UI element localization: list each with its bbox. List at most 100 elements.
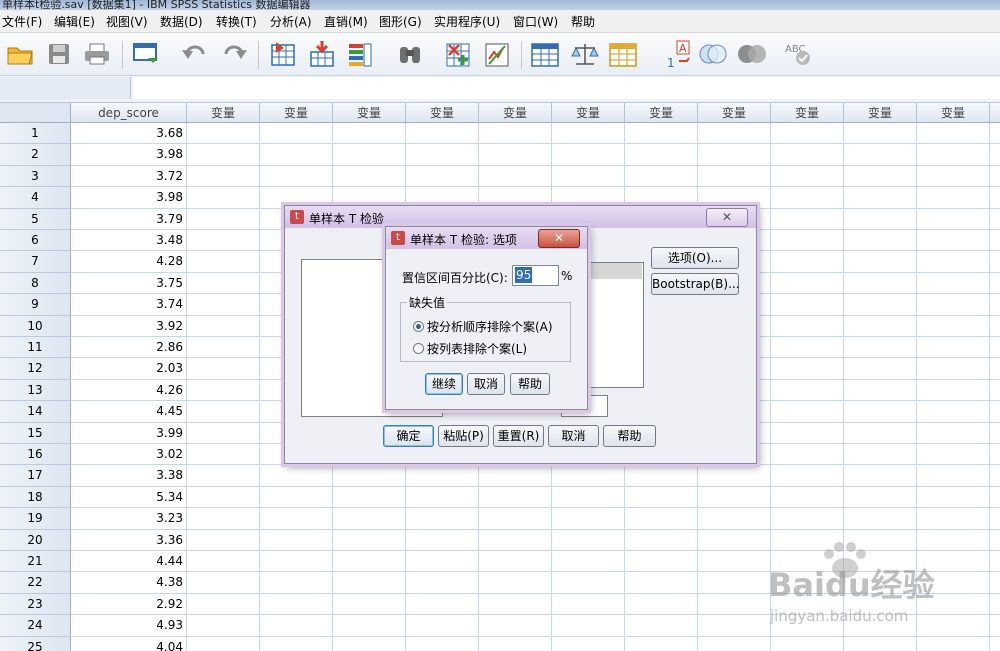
empty-cell[interactable] — [260, 572, 333, 594]
empty-cell[interactable] — [625, 144, 698, 166]
empty-cell[interactable] — [917, 529, 990, 551]
empty-cell[interactable] — [479, 636, 552, 651]
column-header-dep-score[interactable]: dep_score — [71, 103, 187, 123]
empty-cell[interactable] — [552, 508, 625, 530]
open-folder-icon[interactable] — [5, 39, 35, 69]
empty-cell[interactable] — [990, 551, 1000, 573]
empty-cell[interactable] — [187, 465, 260, 487]
empty-cell[interactable] — [406, 593, 479, 616]
empty-cell[interactable] — [771, 272, 844, 295]
empty-cell[interactable] — [260, 593, 333, 616]
options-cancel-button[interactable]: 取消 — [467, 373, 505, 395]
empty-cell[interactable] — [990, 230, 1000, 252]
show-all-variables-icon[interactable] — [736, 39, 766, 69]
empty-cell[interactable] — [625, 615, 698, 637]
empty-cell[interactable] — [625, 123, 698, 145]
row-header[interactable]: 13 — [0, 379, 71, 402]
goto-variable-icon[interactable] — [307, 39, 337, 69]
empty-cell[interactable] — [187, 251, 260, 273]
row-header[interactable]: 14 — [0, 401, 71, 423]
goto-case-icon[interactable] — [268, 39, 298, 69]
menu-utilities[interactable]: 实用程序(U) — [434, 13, 500, 30]
empty-cell[interactable] — [187, 230, 260, 252]
dep-score-cell[interactable]: 4.44 — [71, 551, 187, 573]
empty-cell[interactable] — [990, 444, 1000, 466]
empty-cell[interactable] — [844, 337, 917, 359]
bootstrap-button[interactable]: Bootstrap(B)... — [651, 273, 740, 295]
empty-cell[interactable] — [479, 593, 552, 616]
empty-cell[interactable] — [406, 551, 479, 573]
empty-cell[interactable] — [771, 208, 844, 230]
empty-cell[interactable] — [844, 294, 917, 316]
empty-cell[interactable] — [260, 615, 333, 637]
row-header[interactable]: 20 — [0, 529, 71, 551]
column-header-variable[interactable]: 变量 — [552, 103, 625, 123]
dep-score-cell[interactable]: 4.38 — [71, 572, 187, 594]
split-file-icon[interactable] — [530, 39, 560, 69]
empty-cell[interactable] — [406, 615, 479, 637]
grid-corner[interactable] — [0, 103, 71, 123]
empty-cell[interactable] — [479, 508, 552, 530]
empty-cell[interactable] — [552, 593, 625, 616]
empty-cell[interactable] — [187, 422, 260, 444]
empty-cell[interactable] — [917, 187, 990, 209]
empty-cell[interactable] — [917, 615, 990, 637]
empty-cell[interactable] — [479, 144, 552, 166]
empty-cell[interactable] — [333, 593, 406, 616]
empty-cell[interactable] — [552, 165, 625, 188]
empty-cell[interactable] — [844, 123, 917, 145]
row-header[interactable]: 9 — [0, 294, 71, 316]
empty-cell[interactable] — [917, 251, 990, 273]
empty-cell[interactable] — [844, 486, 917, 509]
empty-cell[interactable] — [844, 401, 917, 423]
empty-cell[interactable] — [479, 551, 552, 573]
empty-cell[interactable] — [333, 123, 406, 145]
empty-cell[interactable] — [406, 123, 479, 145]
menu-help[interactable]: 帮助 — [571, 13, 595, 30]
row-header[interactable]: 23 — [0, 593, 71, 616]
row-header[interactable]: 19 — [0, 508, 71, 530]
dep-score-cell[interactable]: 3.98 — [71, 144, 187, 166]
empty-cell[interactable] — [187, 486, 260, 509]
empty-cell[interactable] — [260, 636, 333, 651]
empty-cell[interactable] — [844, 315, 917, 337]
empty-cell[interactable] — [698, 636, 771, 651]
empty-cell[interactable] — [187, 529, 260, 551]
empty-cell[interactable] — [187, 444, 260, 466]
empty-cell[interactable] — [479, 529, 552, 551]
empty-cell[interactable] — [698, 529, 771, 551]
options-button[interactable]: 选项(O)... — [651, 247, 739, 269]
empty-cell[interactable] — [260, 123, 333, 145]
empty-cell[interactable] — [990, 487, 1000, 509]
empty-cell[interactable] — [260, 465, 333, 487]
empty-cell[interactable] — [625, 165, 698, 188]
column-header-variable[interactable]: 变量 — [260, 103, 333, 123]
redo-icon[interactable] — [219, 39, 249, 69]
dep-score-cell[interactable]: 5.34 — [71, 486, 187, 509]
empty-cell[interactable] — [479, 123, 552, 145]
empty-cell[interactable] — [844, 208, 917, 230]
column-header-variable[interactable]: 变量 — [333, 103, 406, 123]
cell-value-input[interactable] — [133, 77, 1000, 99]
empty-cell[interactable] — [406, 486, 479, 509]
empty-cell[interactable] — [990, 209, 1000, 230]
menu-transform[interactable]: 转换(T) — [216, 13, 257, 30]
empty-cell[interactable] — [406, 465, 479, 487]
dep-score-cell[interactable]: 4.04 — [71, 636, 187, 651]
row-header[interactable]: 8 — [0, 272, 71, 295]
empty-cell[interactable] — [625, 636, 698, 651]
empty-cell[interactable] — [406, 165, 479, 188]
empty-cell[interactable] — [552, 572, 625, 594]
row-header[interactable]: 25 — [0, 636, 71, 651]
empty-cell[interactable] — [406, 572, 479, 594]
menu-data[interactable]: 数据(D) — [160, 13, 203, 30]
row-header[interactable]: 16 — [0, 444, 71, 466]
empty-cell[interactable] — [698, 465, 771, 487]
empty-cell[interactable] — [187, 337, 260, 359]
empty-cell[interactable] — [552, 144, 625, 166]
options-help-button[interactable]: 帮助 — [510, 373, 550, 395]
dep-score-cell[interactable]: 3.68 — [71, 123, 187, 145]
dep-score-cell[interactable]: 3.74 — [71, 294, 187, 316]
empty-cell[interactable] — [260, 486, 333, 509]
options-dialog-titlebar[interactable]: t 单样本 T 检验: 选项 ✕ — [386, 227, 587, 249]
